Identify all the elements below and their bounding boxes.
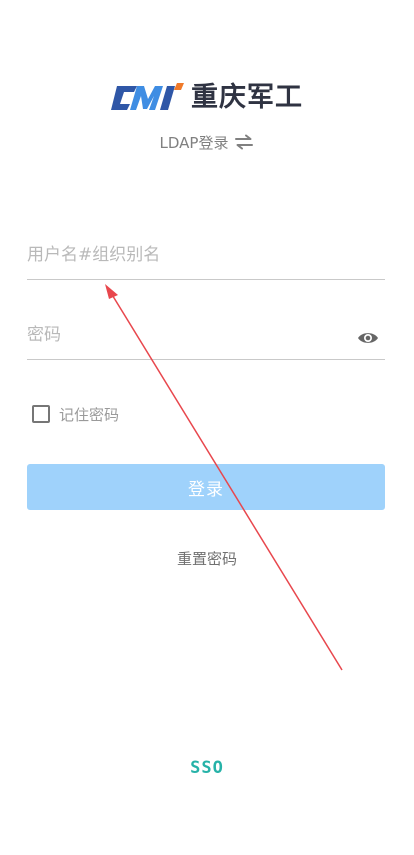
password-input[interactable] [27, 316, 347, 353]
password-field [27, 310, 385, 360]
brand-logo: 重庆军工 [0, 80, 414, 116]
remember-password[interactable]: 记住密码 [32, 403, 119, 425]
login-page: 重庆军工 LDAP登录 记住密码 登录 重置密码 SSO [0, 0, 414, 855]
login-mode-label: LDAP登录 [159, 133, 229, 152]
login-mode-switch[interactable]: LDAP登录 [0, 131, 414, 153]
sso-link[interactable]: SSO [0, 758, 414, 778]
brand-name: 重庆军工 [191, 82, 303, 113]
reset-password-link[interactable]: 重置密码 [0, 548, 414, 569]
swap-arrows-icon[interactable] [234, 134, 254, 150]
username-input[interactable] [27, 236, 385, 273]
eye-icon[interactable] [357, 330, 379, 346]
remember-checkbox[interactable] [32, 405, 50, 423]
login-button[interactable]: 登录 [27, 464, 385, 510]
cmi-logo-icon [111, 83, 184, 110]
remember-label: 记住密码 [59, 405, 120, 424]
username-field [27, 230, 385, 280]
red-arrow-annotation-icon [105, 284, 343, 671]
